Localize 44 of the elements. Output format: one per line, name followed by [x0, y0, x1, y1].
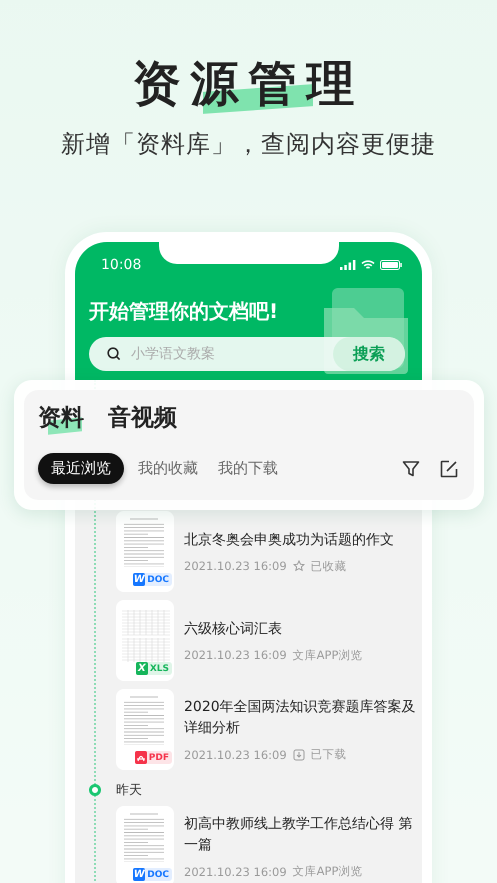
edit-icon[interactable] [440, 460, 458, 478]
file-type-badge: X XLS [136, 662, 172, 675]
document-title[interactable]: 北京冬奥会申奥成功为话题的作文 [184, 530, 418, 550]
download-icon [292, 748, 305, 760]
document-status: 文库APP浏览 [292, 864, 362, 879]
filter-chip[interactable]: 我的下载 [218, 453, 278, 484]
category-tab[interactable]: 资料 [38, 402, 84, 433]
signal-icon [340, 260, 356, 270]
document-thumbnail[interactable]: W DOC [116, 806, 174, 883]
filter-icon[interactable] [402, 460, 420, 478]
file-type-badge: W DOC [133, 868, 172, 881]
document-text-drawing [122, 812, 166, 862]
headline-title: 资源管理 [132, 52, 364, 116]
search-field[interactable]: 小学语文教案 搜索 [89, 337, 405, 371]
document-status: 已下载 [310, 747, 347, 762]
header-title: 开始管理你的文档吧! [89, 298, 278, 325]
wifi-icon [361, 260, 375, 270]
document-time: 2021.10.23 16:09 [184, 559, 287, 573]
document-thumbnail[interactable]: PDF [116, 689, 174, 770]
timeline-dot-icon [89, 784, 101, 796]
document-status: 文库APP浏览 [292, 648, 362, 662]
document-thumbnail[interactable]: W DOC [116, 511, 174, 592]
headline-subtitle: 新增「资料库」，查阅内容更便捷 [61, 129, 436, 160]
file-type-badge: PDF [134, 751, 172, 764]
document-text-drawing [122, 695, 166, 745]
search-button[interactable]: 搜索 [333, 337, 405, 371]
star-icon [292, 560, 305, 572]
search-icon [107, 347, 121, 361]
document-status: 已收藏 [310, 558, 347, 574]
document-thumbnail[interactable]: X XLS [116, 600, 174, 681]
status-time: 10:08 [101, 257, 142, 273]
document-time: 2021.10.23 16:09 [184, 864, 287, 878]
document-title[interactable]: 初高中教师线上教学工作总结心得 第一篇 [184, 814, 418, 856]
filter-chip[interactable]: 最近浏览 [38, 453, 124, 484]
category-tab[interactable]: 音视频 [108, 402, 177, 433]
document-title[interactable]: 2020年全国两法知识竞赛题库答案及详细分析 [184, 697, 418, 739]
section-label: 昨天 [116, 782, 142, 799]
filter-chip[interactable]: 我的收藏 [138, 453, 198, 484]
document-title[interactable]: 六级核心词汇表 [184, 618, 418, 640]
document-time: 2021.10.23 16:09 [184, 748, 287, 762]
file-type-badge: W DOC [133, 573, 172, 586]
document-time: 2021.10.23 16:09 [184, 648, 287, 662]
document-text-drawing [122, 517, 166, 567]
battery-icon [380, 260, 402, 270]
